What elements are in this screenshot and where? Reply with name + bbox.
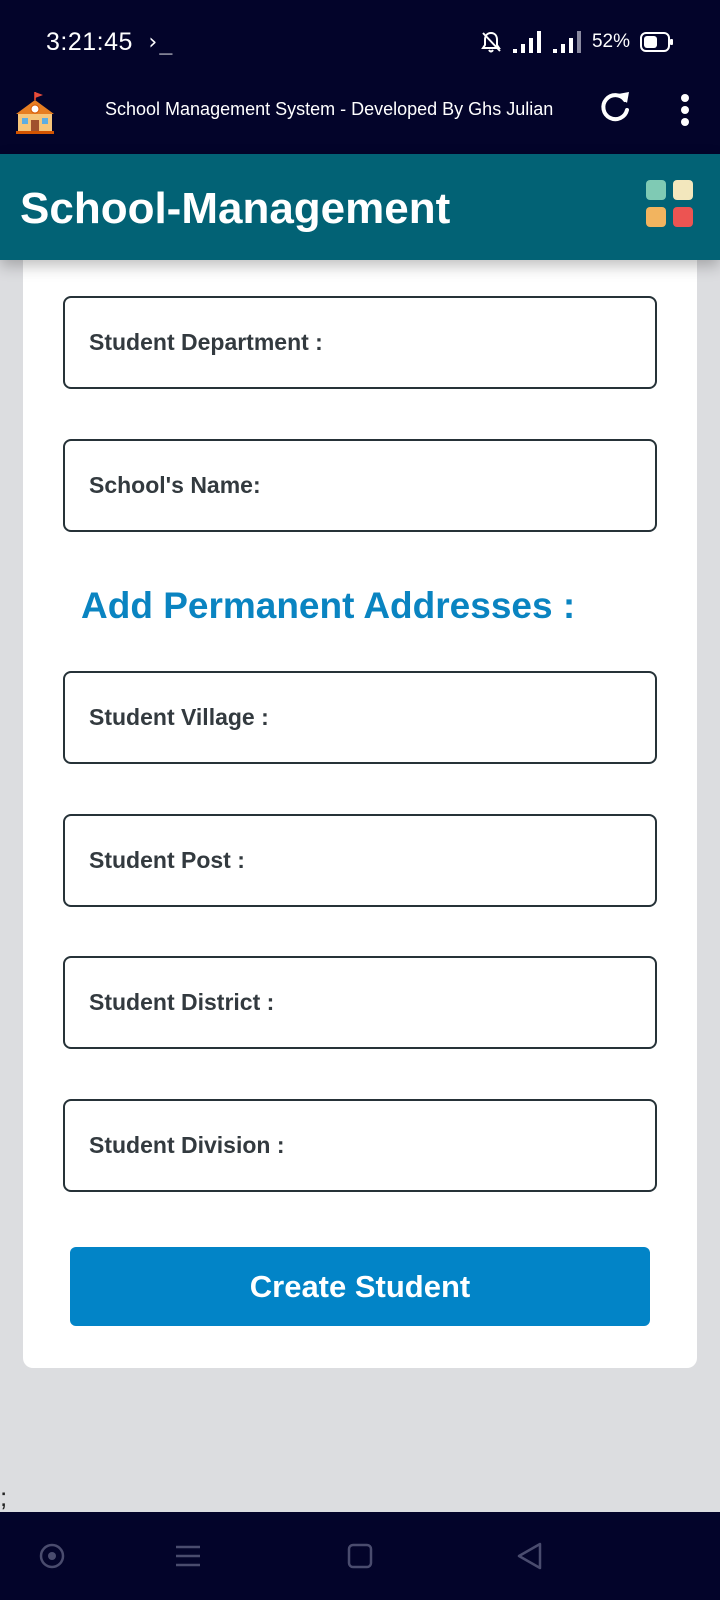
school-name-field[interactable]: School's Name: <box>63 439 657 532</box>
terminal-icon: ›_ <box>146 30 173 55</box>
student-post-field[interactable]: Student Post : <box>63 814 657 907</box>
menu-icon[interactable] <box>172 1540 204 1572</box>
school-logo-icon <box>16 92 54 134</box>
status-bar: 3:21:45 ›_ 52% <box>0 0 720 88</box>
app-bar: School Management System - Developed By … <box>0 88 720 154</box>
home-square-icon[interactable] <box>344 1540 376 1572</box>
more-vert-icon[interactable] <box>672 92 698 128</box>
student-district-field[interactable]: Student District : <box>63 956 657 1049</box>
student-division-field[interactable]: Student Division : <box>63 1099 657 1192</box>
create-student-button[interactable]: Create Student <box>70 1247 650 1326</box>
signal-icon <box>512 31 541 53</box>
status-icons: 52% <box>480 30 674 54</box>
app-title: School Management System - Developed By … <box>105 99 554 119</box>
status-time: 3:21:45 <box>46 28 133 56</box>
system-nav-bar <box>0 1512 720 1600</box>
assistant-icon[interactable] <box>36 1540 68 1572</box>
address-section-heading: Add Permanent Addresses : <box>81 585 576 626</box>
bell-muted-icon <box>481 31 501 53</box>
grid-tile <box>646 207 666 227</box>
grid-tile <box>646 180 666 200</box>
field-label: Student Post : <box>89 847 245 873</box>
student-village-field[interactable]: Student Village : <box>63 671 657 764</box>
field-label: Student District : <box>89 989 275 1015</box>
apps-grid-icon[interactable] <box>646 180 696 230</box>
field-label: Student Department : <box>89 329 323 355</box>
field-label: Student Village : <box>89 704 269 730</box>
battery-percent: 52% <box>591 31 630 52</box>
refresh-icon[interactable] <box>596 88 634 126</box>
back-triangle-icon[interactable] <box>514 1540 546 1572</box>
field-label: Student Division : <box>89 1132 285 1158</box>
grid-tile <box>673 180 693 200</box>
student-department-field[interactable]: Student Department : <box>63 296 657 389</box>
field-label: School's Name: <box>89 472 261 498</box>
battery-icon <box>640 32 673 52</box>
signal-icon <box>552 31 581 53</box>
page-title: School-Management <box>20 184 451 233</box>
page-header: School-Management <box>0 154 720 260</box>
form-card <box>23 250 697 1368</box>
stray-text: ; <box>0 1482 8 1512</box>
grid-tile <box>673 207 693 227</box>
